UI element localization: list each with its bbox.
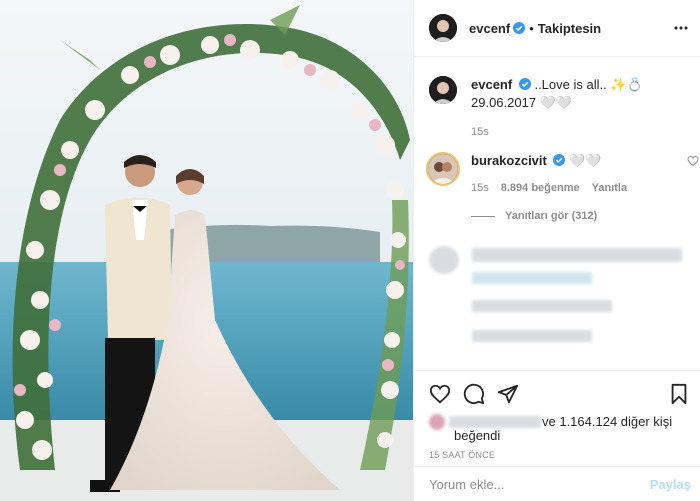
liker-avatar — [429, 414, 445, 430]
view-replies-button[interactable]: Yanıtları gör (312) — [505, 210, 597, 222]
post-photo[interactable] — [0, 0, 413, 501]
blurred-comment — [472, 272, 592, 284]
separator: • — [529, 20, 534, 36]
blurred-comment — [472, 330, 592, 342]
blurred-comment — [472, 300, 612, 312]
bookmark-icon[interactable] — [669, 383, 689, 405]
liked-label: beğendi — [454, 428, 501, 443]
post-panel: evcenf • Takiptesin evcenf ..Love is all… — [413, 0, 700, 501]
likes-count[interactable]: ve 1.164.124 diğer kişi — [542, 413, 672, 431]
follow-status-button[interactable]: Takiptesin — [538, 21, 601, 36]
caption-time: 15s — [471, 126, 489, 138]
post-comment-button[interactable]: Paylaş — [650, 477, 691, 492]
comment-icon[interactable] — [463, 383, 485, 405]
verified-icon — [553, 154, 566, 166]
avatar-image — [429, 14, 457, 42]
comment-likes[interactable]: 8.894 beğenme — [501, 182, 580, 194]
verified-icon — [513, 22, 526, 34]
post-username[interactable]: evcenf — [469, 21, 510, 36]
comment-input[interactable] — [429, 477, 629, 492]
blurred-comment — [472, 248, 682, 262]
heart-icon[interactable] — [429, 383, 451, 405]
blurred-avatar — [429, 246, 459, 274]
comment-username[interactable]: burakozcivit — [471, 153, 547, 168]
comment-avatar[interactable] — [426, 152, 460, 186]
wedding-photo — [0, 0, 413, 501]
avatar-image — [428, 154, 458, 184]
like-small-icon[interactable] — [687, 155, 699, 167]
add-comment-bar: Paylaş — [414, 466, 700, 501]
caption-block: evcenf ..Love is all.. ✨💍 29.06.2017 🤍🤍 … — [426, 76, 699, 222]
comment-time: 15s — [471, 182, 489, 194]
more-icon[interactable] — [673, 20, 689, 36]
avatar-image — [429, 76, 457, 104]
caption-avatar[interactable] — [429, 76, 457, 104]
post-timestamp: 15 SAAT ÖNCE — [429, 450, 496, 460]
share-icon[interactable] — [497, 383, 519, 405]
caption-username[interactable]: evcenf — [471, 77, 512, 92]
reply-button[interactable]: Yanıtla — [592, 182, 627, 194]
replies-line — [471, 215, 495, 217]
post-header: evcenf • Takiptesin — [414, 0, 700, 57]
comment-text: 🤍🤍 — [569, 153, 602, 168]
avatar[interactable] — [429, 14, 457, 42]
verified-icon — [518, 78, 531, 90]
